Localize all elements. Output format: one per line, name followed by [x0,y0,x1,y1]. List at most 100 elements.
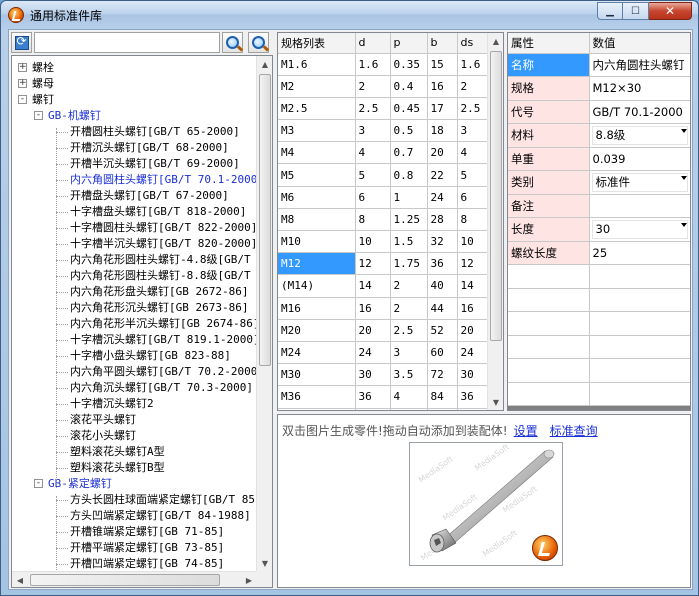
dropdown-arrow-icon[interactable] [680,223,687,227]
property-row[interactable]: 长度 30 [508,217,690,242]
tree-item-part[interactable]: 开槽盘头螺钉[GB/T 67-2000] [70,188,229,204]
tree-item-part[interactable]: 方头长圆柱球面端紧定螺钉[GB/T 85-1988] [70,492,257,508]
tree-item-part[interactable]: 方头凹端紧定螺钉[GB/T 84-1988] [70,508,251,524]
spec-table-row[interactable]: M12 12 1.75 36 12 [278,252,490,276]
tree-horizontal-scrollbar[interactable]: ◀ ▶ [12,571,257,587]
property-value[interactable]: M12×30 [589,76,690,101]
tree-item-part[interactable]: 滚花平头螺钉 [70,412,136,428]
tree-item-part[interactable]: 塑料滚花头螺钉B型 [70,460,165,476]
property-row[interactable]: 单重 0.039 [508,147,690,171]
property-row[interactable]: 代号 GB/T 70.1-2000 [508,100,690,124]
category-tree[interactable]: + 螺栓 + 螺母 - 螺钉 - GB-机螺钉 开槽圆柱头螺钉[GB/T 65-2000] 开槽沉… [11,55,273,588]
tree-item-part[interactable]: 内六角平圆头螺钉[GB/T 70.2-2000] [70,364,257,380]
title-bar[interactable]: 通用标准件库 ▁ ☐ ✕ [1,1,698,29]
tree-expander-icon[interactable]: - [34,479,43,488]
refresh-button[interactable] [11,32,32,53]
property-row[interactable]: 类别 标准件 [508,170,690,195]
tree-vscroll-thumb[interactable] [259,74,271,366]
spec-scroll-up-icon[interactable]: ▲ [488,33,503,49]
tree-item-part[interactable]: 滚花小头螺钉 [70,428,136,444]
tree-item-part[interactable]: 开槽沉头螺钉[GB/T 68-2000] [70,140,229,156]
spec-column-header[interactable]: p [390,33,428,54]
settings-link[interactable]: 设置 [514,424,538,438]
tree-item-category[interactable]: 螺母 [32,76,54,92]
property-value[interactable]: 25 [589,241,690,265]
property-row[interactable]: 螺纹长度 25 [508,241,690,265]
spec-table-row[interactable]: M3 3 0.5 18 3 [278,119,490,143]
spec-table-row[interactable]: M4 4 0.7 20 4 [278,141,490,165]
spec-vscroll-thumb[interactable] [490,51,502,341]
tree-expander-icon[interactable]: + [18,79,27,88]
spec-column-header[interactable]: ds [457,33,490,54]
tree-item-category[interactable]: 螺钉 [32,92,54,108]
tree-expander-icon[interactable]: + [18,63,27,72]
tree-item-part[interactable]: 十字槽沉头螺钉[GB/T 819.1-2000] [70,332,257,348]
spec-column-header[interactable]: 规格列表 [278,33,356,54]
spec-table-row[interactable]: M8 8 1.25 28 8 [278,208,490,232]
tree-item-part[interactable]: 十字槽小盘头螺钉[GB 823-88] [70,348,231,364]
property-value[interactable] [589,194,690,218]
tree-item-part[interactable]: 开槽凹端紧定螺钉[GB 74-85] [70,556,224,571]
tree-item-part[interactable]: 内六角花形圆柱头螺钉-8.8级[GB/T 6191] [70,268,257,284]
tree-item-part[interactable]: 开槽圆柱头螺钉[GB/T 65-2000] [70,124,240,140]
spec-vertical-scrollbar[interactable]: ▲ ▼ [487,33,503,410]
spec-table-row[interactable]: M2 2 0.4 16 2 [278,75,490,98]
search-button[interactable] [222,32,243,53]
spec-table-row[interactable]: M1.6 1.6 0.35 15 1.6 [278,53,490,76]
minimize-button[interactable]: ▁ [597,2,623,20]
scroll-down-icon[interactable]: ▼ [257,555,272,571]
scroll-right-icon[interactable]: ▶ [241,572,257,587]
spec-table-row[interactable]: M20 20 2.5 52 20 [278,319,490,342]
property-value[interactable]: GB/T 70.1-2000 [589,100,690,124]
property-row[interactable]: 材料 8.8级 [508,123,690,148]
close-button[interactable]: ✕ [649,2,692,20]
spec-table-row[interactable]: (M14) 14 2 40 14 [278,274,490,298]
search-next-button[interactable] [248,32,269,53]
spec-column-header[interactable]: d [355,33,391,54]
standard-query-link[interactable]: 标准查询 [550,424,598,438]
tree-item-part[interactable]: 内六角花形半沉头螺钉[GB 2674-86] [70,316,257,332]
tree-item-part[interactable]: 开槽锥端紧定螺钉[GB 71-85] [70,524,224,540]
tree-item-part[interactable]: 内六角沉头螺钉[GB/T 70.3-2000] [70,380,253,396]
spec-table-row[interactable]: M30 30 3.5 72 30 [278,363,490,387]
tree-expander-icon[interactable]: - [18,95,27,104]
tree-item-part[interactable]: 塑料滚花头螺钉A型 [70,444,165,460]
tree-item-part[interactable]: 内六角圆柱头螺钉[GB/T 70.1-2000] [70,172,257,188]
tree-item-part[interactable]: 十字槽沉头螺钉2 [70,396,154,412]
tree-vertical-scrollbar[interactable]: ▲ ▼ [256,56,272,571]
property-row[interactable]: 名称 内六角圆柱头螺钉 [508,53,690,77]
tree-item-category[interactable]: GB-机螺钉 [48,108,101,124]
spec-column-header[interactable]: b [427,33,458,54]
dropdown-arrow-icon[interactable] [680,176,687,180]
property-value[interactable]: 内六角圆柱头螺钉 [589,53,690,77]
part-preview-image[interactable]: MediaSoft MediaSoft MediaSoft MediaSoft … [409,442,563,566]
tree-item-part[interactable]: 开槽半沉头螺钉[GB/T 69-2000] [70,156,240,172]
property-row[interactable]: 备注 [508,194,690,218]
spec-scroll-down-icon[interactable]: ▼ [488,394,503,410]
tree-item-part[interactable]: 内六角花形沉头螺钉[GB 2673-86] [70,300,248,316]
spec-table-row[interactable]: M10 10 1.5 32 10 [278,230,490,254]
property-combo[interactable]: 标准件 [589,170,690,195]
tree-item-part[interactable]: 十字槽半沉头螺钉[GB/T 820-2000] [70,236,257,252]
maximize-button[interactable]: ☐ [623,2,649,20]
tree-item-part[interactable]: 开槽平端紧定螺钉[GB 73-85] [70,540,224,556]
spec-table-row[interactable]: M42424.59642 [278,408,490,410]
tree-expander-icon[interactable]: - [34,111,43,120]
tree-item-category[interactable]: 螺栓 [32,60,54,76]
tree-hscroll-thumb[interactable] [30,574,220,586]
spec-table-row[interactable]: M5 5 0.8 22 5 [278,163,490,187]
property-row[interactable]: 规格 M12×30 [508,76,690,101]
tree-item-part[interactable]: 十字槽圆柱头螺钉[GB/T 822-2000] [70,220,257,236]
property-combo[interactable]: 30 [589,217,690,242]
scroll-left-icon[interactable]: ◀ [12,572,28,587]
scroll-up-icon[interactable]: ▲ [257,56,272,72]
tree-item-part[interactable]: 十字槽盘头螺钉[GB/T 818-2000] [70,204,246,220]
spec-table-row[interactable]: M6 6 1 24 6 [278,186,490,209]
tree-item-part[interactable]: 内六角花形圆柱头螺钉-4.8级[GB/T 6190] [70,252,257,268]
spec-table-row[interactable]: M2.5 2.5 0.45 17 2.5 [278,97,490,121]
dropdown-arrow-icon[interactable] [680,129,687,133]
spec-table-row[interactable]: M16 16 2 44 16 [278,297,490,320]
property-value[interactable]: 0.039 [589,147,690,171]
tree-item-category[interactable]: GB-紧定螺钉 [48,476,112,492]
search-input[interactable] [34,32,220,53]
